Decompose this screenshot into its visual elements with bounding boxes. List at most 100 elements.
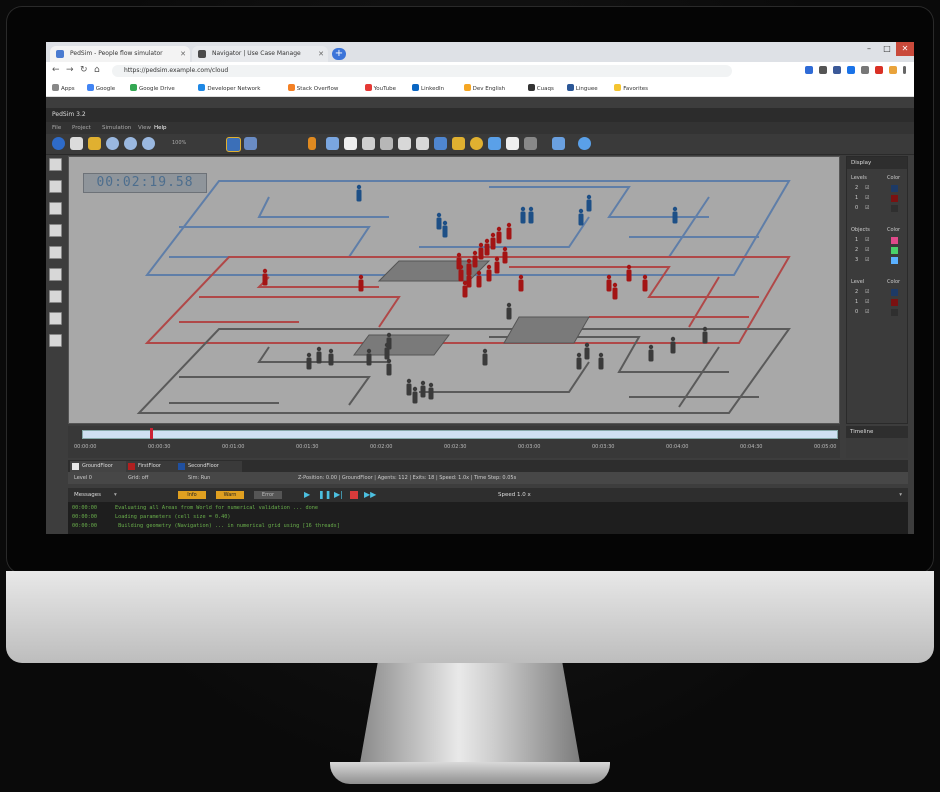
tool-button[interactable] [49, 202, 62, 215]
checkbox-icon[interactable]: ☑ [865, 205, 869, 211]
extension-icon[interactable] [833, 66, 841, 74]
tool-button[interactable] [49, 158, 62, 171]
copy-icon[interactable] [244, 137, 257, 150]
document-icon[interactable] [452, 137, 465, 150]
chevron-down-icon[interactable]: ▾ [114, 488, 117, 502]
extension-icon[interactable] [875, 66, 883, 74]
color-swatch[interactable] [891, 289, 898, 296]
color-swatch[interactable] [891, 257, 898, 264]
fast-forward-icon[interactable]: ▶▶ [364, 488, 376, 502]
bookmark-item[interactable]: Google [86, 84, 115, 92]
agent-icon[interactable] [398, 137, 411, 150]
zoom-level[interactable]: 100% [172, 140, 186, 146]
pause-icon[interactable]: ❚❚ [318, 488, 331, 502]
checkbox-icon[interactable]: ☑ [865, 247, 869, 253]
window-icon[interactable] [506, 137, 519, 150]
back-icon[interactable]: ← [52, 65, 60, 75]
extension-icon[interactable] [819, 66, 827, 74]
color-swatch[interactable] [891, 309, 898, 316]
checkbox-icon[interactable]: ☑ [865, 185, 869, 191]
bookmark-item[interactable]: Apps [52, 84, 75, 92]
simulation-viewport[interactable]: 00:02:19.58 [68, 156, 840, 424]
menu-help[interactable]: Help [154, 122, 167, 134]
menu-icon[interactable] [903, 66, 906, 74]
clock-icon[interactable] [470, 137, 483, 150]
zoom-out-icon[interactable] [142, 137, 155, 150]
panel-icon[interactable] [434, 137, 447, 150]
pencil-icon[interactable] [88, 137, 101, 150]
bookmark-item[interactable]: LinkedIn [412, 84, 444, 92]
minimize-button[interactable]: – [860, 42, 878, 56]
grid-icon[interactable] [326, 137, 339, 150]
close-icon[interactable]: ✕ [180, 46, 186, 62]
checkbox-icon[interactable]: ☑ [865, 257, 869, 263]
extension-icon[interactable] [861, 66, 869, 74]
checkbox-icon[interactable]: ☑ [865, 299, 869, 305]
reload-icon[interactable]: ↻ [80, 65, 88, 75]
filter-error-button[interactable]: Error [254, 491, 282, 499]
help-icon[interactable] [52, 137, 65, 150]
bookmark-item[interactable]: Favorites [614, 84, 648, 92]
new-tab-button[interactable]: + [332, 48, 346, 60]
tool-button[interactable] [49, 180, 62, 193]
zoom-in-icon[interactable] [106, 137, 119, 150]
zoom-fit-icon[interactable] [124, 137, 137, 150]
tool-button[interactable] [49, 268, 62, 281]
color-swatch[interactable] [891, 299, 898, 306]
timeline[interactable]: 00:00:00 00:00:30 00:01:00 00:01:30 00:02:00… [68, 426, 840, 458]
settings-icon[interactable] [578, 137, 591, 150]
corner-icon[interactable] [308, 137, 316, 150]
play-icon[interactable]: ▶ [304, 488, 310, 502]
color-swatch[interactable] [891, 185, 898, 192]
timeline-playhead[interactable] [149, 428, 153, 439]
nodes-icon[interactable] [362, 137, 375, 150]
menu-project[interactable]: Project [72, 122, 91, 134]
step-icon[interactable]: ▶| [334, 488, 343, 502]
stop-icon[interactable] [350, 491, 358, 499]
close-window-button[interactable]: ✕ [896, 42, 914, 56]
bookmark-item[interactable]: Dev English [463, 84, 505, 92]
browser-tab[interactable]: Navigator | Use Case Manage ✕ [192, 46, 328, 62]
forward-icon[interactable]: → [66, 65, 74, 75]
checkbox-icon[interactable]: ☑ [865, 237, 869, 243]
color-swatch[interactable] [891, 205, 898, 212]
maximize-button[interactable]: □ [878, 42, 896, 56]
speed-selector[interactable]: Speed 1.0 x [498, 488, 531, 502]
checkbox-icon[interactable]: ☑ [865, 289, 869, 295]
filter-warn-button[interactable]: Warn [216, 491, 244, 499]
layout-icon[interactable] [552, 137, 565, 150]
layers-icon[interactable] [226, 137, 241, 152]
bookmark-item[interactable]: Linguee [566, 84, 598, 92]
home-icon[interactable]: ⌂ [94, 65, 100, 75]
tool-button[interactable] [49, 290, 62, 303]
collapse-icon[interactable]: ▾ [899, 488, 902, 502]
chat-icon[interactable] [488, 137, 501, 150]
tool-button[interactable] [49, 334, 62, 347]
extension-icon[interactable] [847, 66, 855, 74]
bookmark-item[interactable]: YouTube [364, 84, 396, 92]
print-icon[interactable] [70, 137, 83, 150]
square-icon[interactable] [344, 137, 357, 150]
menu-view[interactable]: View [138, 122, 151, 134]
close-icon[interactable]: ✕ [318, 46, 324, 62]
bookmark-item[interactable]: Stack Overflow [287, 84, 338, 92]
color-swatch[interactable] [891, 237, 898, 244]
url-field[interactable]: https://pedsim.example.com/cloud [112, 65, 732, 77]
profile-icon[interactable] [889, 66, 897, 74]
checkbox-icon[interactable]: ☑ [865, 309, 869, 315]
agent-group-icon[interactable] [416, 137, 429, 150]
timeline-track[interactable] [82, 430, 838, 439]
browser-tab-active[interactable]: PedSim - People flow simulator ✕ [50, 46, 190, 62]
tool-button[interactable] [49, 224, 62, 237]
route-icon[interactable] [380, 137, 393, 150]
filter-info-button[interactable]: Info [178, 491, 206, 499]
bookmark-item[interactable]: Cuaqs [527, 84, 554, 92]
checkbox-icon[interactable]: ☑ [865, 195, 869, 201]
bookmark-item[interactable]: Developer Network [198, 84, 260, 92]
menu-simulation[interactable]: Simulation [102, 122, 131, 134]
tool-button[interactable] [49, 246, 62, 259]
star-icon[interactable] [805, 66, 813, 74]
tool-button[interactable] [49, 312, 62, 325]
table-icon[interactable] [524, 137, 537, 150]
bookmark-item[interactable]: Google Drive [130, 84, 175, 92]
